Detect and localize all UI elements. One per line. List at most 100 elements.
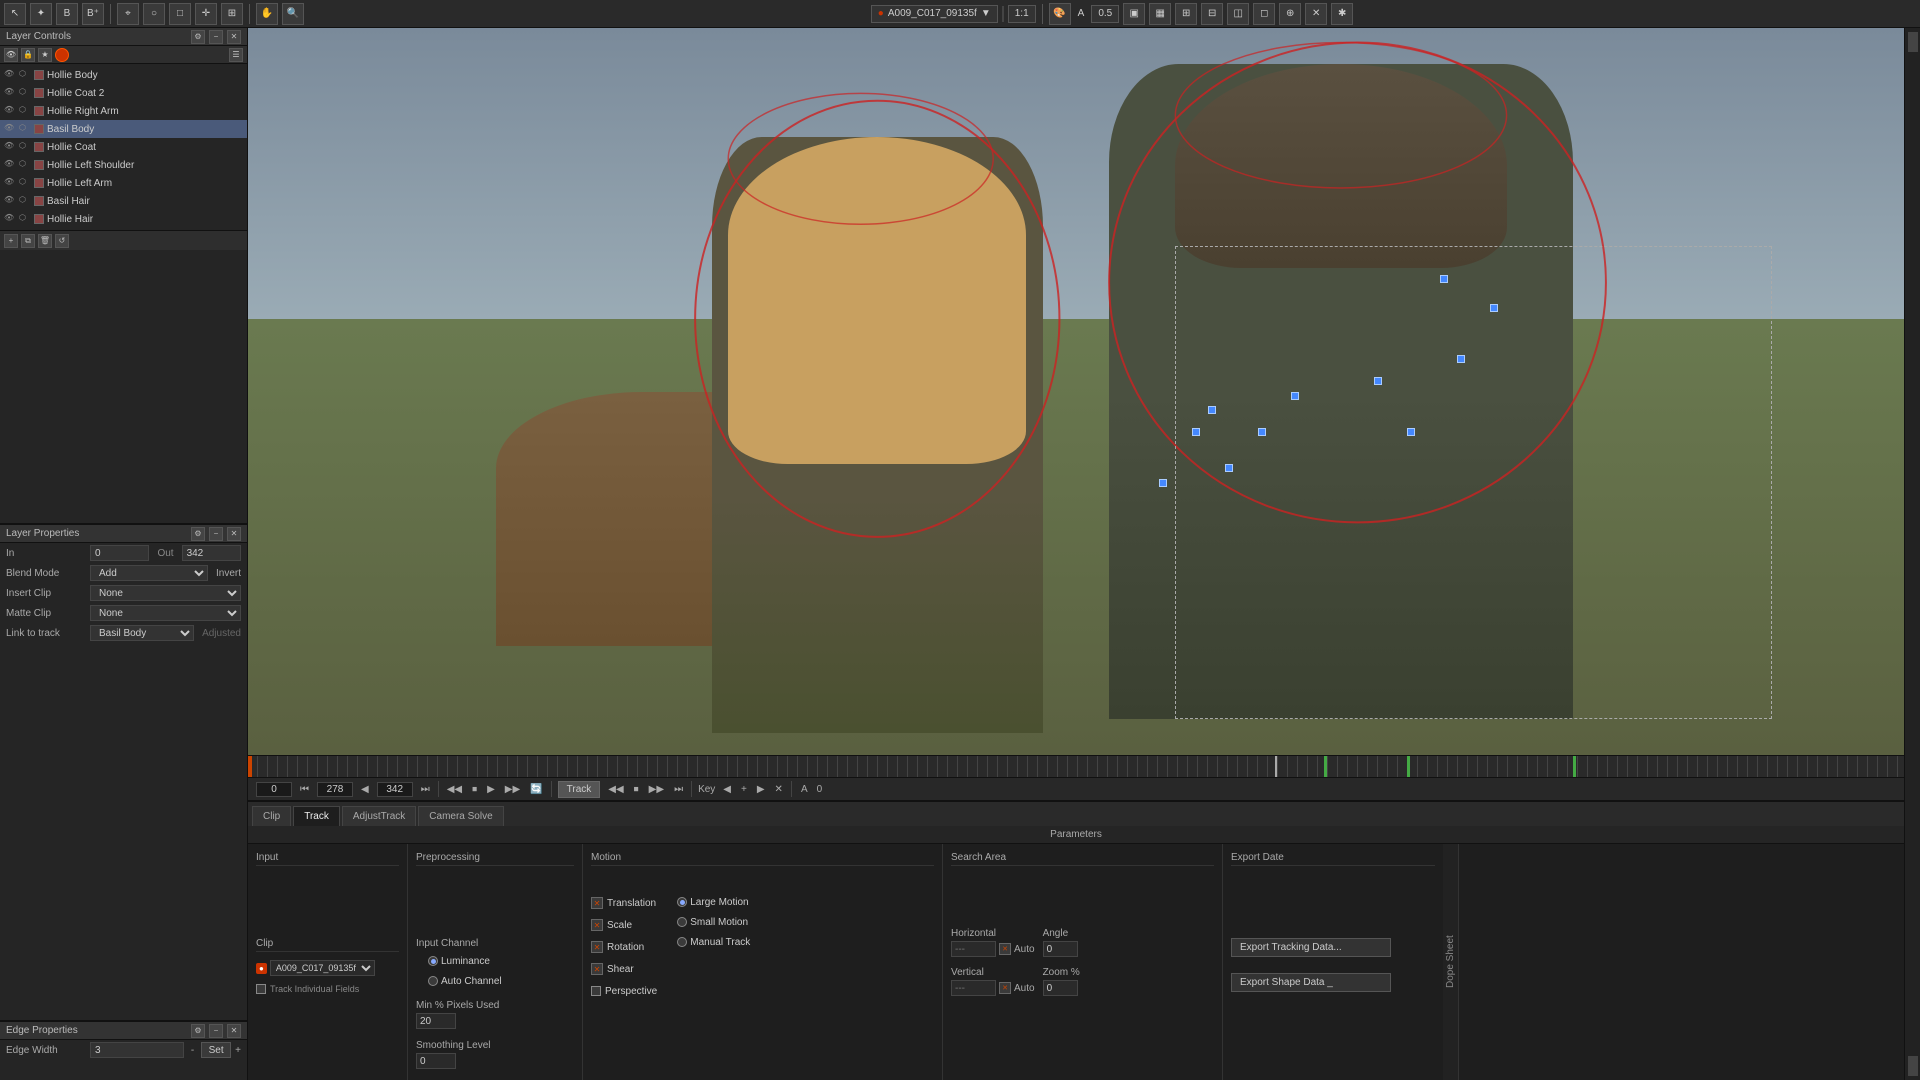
- toolbar-b1-btn[interactable]: B: [56, 3, 78, 25]
- edge-set-btn[interactable]: Set: [201, 1042, 231, 1058]
- frame-start-display[interactable]: [256, 782, 292, 797]
- tab-clip[interactable]: Clip: [252, 806, 291, 826]
- translation-checkbox[interactable]: ✕: [591, 897, 603, 909]
- main-viewer[interactable]: [248, 28, 1904, 755]
- smoothing-input[interactable]: [416, 1053, 456, 1069]
- delete-layer-btn[interactable]: 🗑: [38, 234, 52, 248]
- key-next-btn[interactable]: ▶: [755, 784, 767, 795]
- layer-item-hollie-left-shoulder[interactable]: 👁 ⬡ Hollie Left Shoulder: [0, 156, 247, 174]
- layer-item-hollie-hair[interactable]: 👁 ⬡ Hollie Hair: [0, 210, 247, 228]
- viewer-btn9[interactable]: ✱: [1331, 3, 1353, 25]
- small-motion-radio[interactable]: [677, 917, 687, 927]
- tab-track[interactable]: Track: [293, 806, 340, 826]
- toolbar-link-btn[interactable]: ⌖: [117, 3, 139, 25]
- add-layer-btn[interactable]: +: [4, 234, 18, 248]
- go-to-end-btn[interactable]: ⏭: [419, 784, 432, 795]
- layer-item-basil-body[interactable]: 👁 ⬡ Basil Body: [0, 120, 247, 138]
- frame-end-display[interactable]: [377, 782, 413, 797]
- layer-color-btn[interactable]: [55, 48, 69, 62]
- manual-track-radio[interactable]: [677, 937, 687, 947]
- viewer-btn7[interactable]: ⊕: [1279, 3, 1301, 25]
- luminance-radio[interactable]: [428, 956, 438, 966]
- viewer-btn8[interactable]: ✕: [1305, 3, 1327, 25]
- toolbar-rect-btn[interactable]: □: [169, 3, 191, 25]
- layer-solo-btn[interactable]: ★: [38, 48, 52, 62]
- layer-menu-btn[interactable]: ☰: [229, 48, 243, 62]
- layer-controls-close[interactable]: ✕: [227, 30, 241, 44]
- toolbar-move-btn[interactable]: ✛: [195, 3, 217, 25]
- in-input[interactable]: [90, 545, 149, 561]
- edge-props-close[interactable]: ✕: [227, 1024, 241, 1038]
- vertical-input[interactable]: [951, 980, 996, 996]
- layer-visible-btn[interactable]: 👁: [4, 48, 18, 62]
- vertical-auto-check[interactable]: ✕: [999, 982, 1011, 994]
- play-forward-btn[interactable]: ▶▶: [503, 784, 522, 795]
- toolbar-grid-btn[interactable]: ⊞: [221, 3, 243, 25]
- link-track-select[interactable]: Basil Body: [90, 625, 194, 641]
- zoom-input[interactable]: [1043, 980, 1078, 996]
- layer-item-hollie-left-arm[interactable]: 👁 ⬡ Hollie Left Arm: [0, 174, 247, 192]
- track-forward-btn[interactable]: ▶▶: [647, 784, 666, 795]
- track-button[interactable]: Track: [558, 781, 601, 798]
- layer-controls-minimize[interactable]: −: [209, 30, 223, 44]
- viewer-clip-name[interactable]: ● A009_C017_09135f ▼: [871, 5, 998, 23]
- tab-camera-solve[interactable]: Camera Solve: [418, 806, 503, 826]
- track-backward-btn[interactable]: ◀◀: [606, 784, 625, 795]
- edge-props-settings[interactable]: ⚙: [191, 1024, 205, 1038]
- shear-checkbox[interactable]: ✕: [591, 963, 603, 975]
- blend-mode-select[interactable]: Add: [90, 565, 208, 581]
- timeline-ruler[interactable]: [248, 756, 1904, 778]
- key-add-btn[interactable]: +: [739, 784, 749, 795]
- layer-lock-btn[interactable]: 🔒: [21, 48, 35, 62]
- min-pixels-input[interactable]: [416, 1013, 456, 1029]
- layer-item-hollie-right-arm[interactable]: 👁 ⬡ Hollie Right Arm: [0, 102, 247, 120]
- toolbar-zoom-btn[interactable]: 🔍: [282, 3, 304, 25]
- toolbar-circle-btn[interactable]: ○: [143, 3, 165, 25]
- viewer-btn2[interactable]: ▦: [1149, 3, 1171, 25]
- angle-input[interactable]: [1043, 941, 1078, 957]
- large-motion-radio[interactable]: [677, 897, 687, 907]
- viewer-btn3[interactable]: ⊞: [1175, 3, 1197, 25]
- color-btn[interactable]: 🎨: [1049, 3, 1071, 25]
- horizontal-input[interactable]: [951, 941, 996, 957]
- reset-layer-btn[interactable]: ↺: [55, 234, 69, 248]
- layer-item-hollie-coat2[interactable]: 👁 ⬡ Hollie Coat 2: [0, 84, 247, 102]
- export-tracking-btn[interactable]: Export Tracking Data...: [1231, 938, 1391, 957]
- edge-plus-btn[interactable]: +: [235, 1045, 241, 1056]
- horizontal-auto-check[interactable]: ✕: [999, 943, 1011, 955]
- toolbar-select-btn[interactable]: ↖: [4, 3, 26, 25]
- toolbar-b2-btn[interactable]: B⁺: [82, 3, 104, 25]
- toolbar-edit-btn[interactable]: ✦: [30, 3, 52, 25]
- layer-item-basil-hair[interactable]: 👁 ⬡ Basil Hair: [0, 192, 247, 210]
- out-input[interactable]: [182, 545, 241, 561]
- scroll-up-btn[interactable]: [1908, 32, 1918, 52]
- stop-btn[interactable]: ⏹: [470, 784, 479, 795]
- prev-frame-btn[interactable]: ◀: [359, 784, 371, 795]
- export-shape-btn[interactable]: Export Shape Data _: [1231, 973, 1391, 992]
- track-end-btn[interactable]: ⏭: [672, 784, 685, 795]
- viewer-btn1[interactable]: ▣: [1123, 3, 1145, 25]
- tab-adjust-track[interactable]: AdjustTrack: [342, 806, 416, 826]
- edge-props-minimize[interactable]: −: [209, 1024, 223, 1038]
- frame-current-display[interactable]: [317, 782, 353, 797]
- layer-props-settings[interactable]: ⚙: [191, 527, 205, 541]
- viewer-btn6[interactable]: ◻: [1253, 3, 1275, 25]
- layer-item-hollie-coat[interactable]: 👁 ⬡ Hollie Coat: [0, 138, 247, 156]
- track-individual-checkbox[interactable]: [256, 984, 266, 994]
- viewer-btn5[interactable]: ◫: [1227, 3, 1249, 25]
- go-to-start-btn[interactable]: ⏮: [298, 784, 311, 795]
- rotation-checkbox[interactable]: ✕: [591, 941, 603, 953]
- viewer-btn4[interactable]: ⊟: [1201, 3, 1223, 25]
- duplicate-layer-btn[interactable]: ⧉: [21, 234, 35, 248]
- edge-width-input[interactable]: [90, 1042, 184, 1058]
- key-delete-btn[interactable]: ✕: [773, 784, 785, 795]
- opacity-value[interactable]: 0.5: [1091, 5, 1119, 23]
- play-btn[interactable]: ▶: [485, 784, 497, 795]
- zoom-level[interactable]: 1:1: [1008, 5, 1036, 23]
- clip-select[interactable]: A009_C017_09135f: [270, 960, 375, 976]
- layer-item-hollie-body[interactable]: 👁 ⬡ Hollie Body: [0, 66, 247, 84]
- scale-checkbox[interactable]: ✕: [591, 919, 603, 931]
- toolbar-hand-btn[interactable]: ✋: [256, 3, 278, 25]
- auto-channel-radio[interactable]: [428, 976, 438, 986]
- key-prev-btn[interactable]: ◀: [721, 784, 733, 795]
